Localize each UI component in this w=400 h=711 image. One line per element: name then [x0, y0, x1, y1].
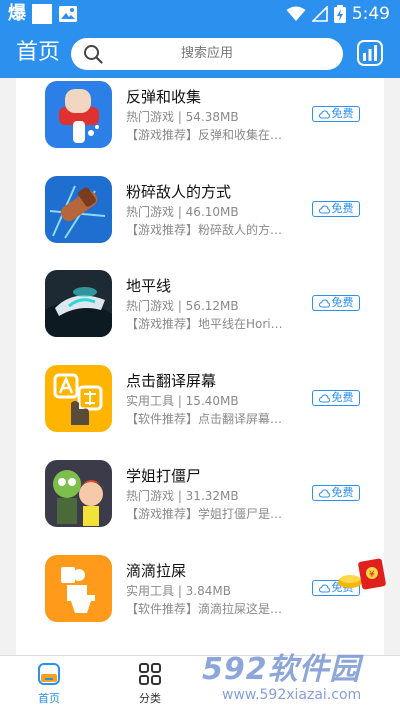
bounce-collect-icon[interactable] [45, 81, 112, 148]
notification-square-icon [32, 4, 52, 24]
free-button-label: 免费 [331, 296, 354, 309]
app-name: 点击翻译屏幕 [126, 372, 217, 390]
list-item[interactable]: 滴滴拉屎 实用工具 | 3.84MB 【软件推荐】滴滴拉屎这是… 免费 [16, 552, 384, 642]
tab-category-label: 分类 [139, 692, 161, 705]
app-meta: 热门游戏 | 31.32MB [126, 489, 239, 503]
search-bar[interactable]: 搜索应用 [71, 38, 343, 70]
cloud-icon [318, 583, 330, 592]
free-button-label: 免费 [331, 107, 354, 120]
page-title: 首页 [16, 40, 61, 65]
svg-text:¥: ¥ [369, 570, 375, 580]
free-download-button[interactable]: 免费 [312, 106, 360, 122]
list-item[interactable]: 反弹和收集 热门游戏 | 54.38MB 【游戏推荐】反弹和收集在… 免费 [16, 78, 384, 168]
cloud-icon [318, 488, 330, 497]
free-button-label: 免费 [331, 202, 354, 215]
search-placeholder: 搜索应用 [180, 46, 233, 61]
horizon-icon[interactable] [45, 270, 112, 337]
app-name: 反弹和收集 [126, 88, 202, 106]
free-download-button[interactable]: 免费 [312, 390, 360, 406]
free-button-label: 免费 [331, 391, 354, 404]
home-tab-icon [38, 663, 60, 685]
top-header: 首页 搜索应用 [0, 28, 400, 78]
cloud-icon [318, 298, 330, 307]
app-meta: 实用工具 | 3.84MB [126, 584, 231, 598]
app-list: 反弹和收集 热门游戏 | 54.38MB 【游戏推荐】反弹和收集在… 免费 粉碎… [16, 78, 384, 656]
tab-home[interactable]: 首页 [19, 662, 79, 708]
translate-icon[interactable] [45, 365, 112, 432]
tab-category[interactable]: 分类 [120, 662, 180, 708]
watermark-brand: 592软件园 [202, 652, 361, 687]
app-description: 【软件推荐】点击翻译屏幕… [126, 412, 283, 426]
app-name: 学姐打僵尸 [126, 467, 202, 485]
toilet-icon[interactable] [45, 555, 112, 622]
list-item[interactable]: 点击翻译屏幕 实用工具 | 15.40MB 【软件推荐】点击翻译屏幕… 免费 [16, 362, 384, 452]
app-description: 【游戏推荐】粉碎敌人的方… [126, 223, 283, 237]
signal-icon [311, 6, 328, 22]
app-description: 【游戏推荐】地平线在Hori… [126, 317, 283, 331]
crush-enemy-icon[interactable] [45, 176, 112, 243]
status-left: 爆 [8, 3, 78, 25]
zombie-icon[interactable] [45, 460, 112, 527]
app-description: 【软件推荐】滴滴拉屎这是… [126, 602, 283, 616]
grid-category-icon [139, 663, 161, 685]
app-meta: 热门游戏 | 54.38MB [126, 110, 239, 124]
app-meta: 热门游戏 | 46.10MB [126, 205, 239, 219]
cloud-icon [318, 204, 330, 213]
free-download-button[interactable]: 免费 [312, 201, 360, 217]
wifi-icon [286, 6, 306, 21]
app-name: 粉碎敌人的方式 [126, 183, 232, 201]
tab-home-label: 首页 [38, 692, 60, 705]
list-item[interactable]: 学姐打僵尸 热门游戏 | 31.32MB 【游戏推荐】学姐打僵尸是… 免费 [16, 457, 384, 547]
red-envelope-icon[interactable]: ¥ [336, 556, 388, 592]
watermark-url: www.592xiazai.com [222, 687, 362, 703]
free-button-label: 免费 [331, 486, 354, 499]
app-name: 滴滴拉屎 [126, 562, 187, 580]
app-description: 【游戏推荐】学姐打僵尸是… [126, 507, 283, 521]
status-bar: 爆 5:49 [0, 0, 400, 28]
site-watermark: 592软件园 www.592xiazai.com [196, 642, 400, 711]
status-right: 5:49 [286, 4, 390, 24]
cloud-icon [318, 109, 330, 118]
status-time: 5:49 [351, 4, 390, 24]
ranking-chart-icon[interactable] [357, 40, 383, 66]
status-app-logo: 爆 [8, 3, 26, 24]
cloud-icon [318, 393, 330, 402]
free-download-button[interactable]: 免费 [312, 295, 360, 311]
app-name: 地平线 [126, 277, 172, 295]
image-notification-icon [59, 6, 77, 22]
free-download-button[interactable]: 免费 [312, 485, 360, 501]
app-meta: 实用工具 | 15.40MB [126, 394, 239, 408]
list-item[interactable]: 地平线 热门游戏 | 56.12MB 【游戏推荐】地平线在Hori… 免费 [16, 267, 384, 357]
list-item[interactable]: 粉碎敌人的方式 热门游戏 | 46.10MB 【游戏推荐】粉碎敌人的方… 免费 [16, 173, 384, 263]
app-description: 【游戏推荐】反弹和收集在… [126, 128, 283, 142]
app-meta: 热门游戏 | 56.12MB [126, 299, 239, 313]
battery-icon [333, 5, 346, 23]
